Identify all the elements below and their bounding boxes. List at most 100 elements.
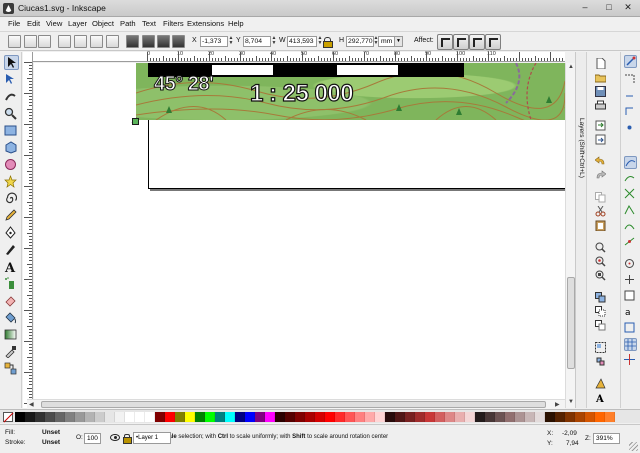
palette-swatch[interactable] [555, 412, 565, 422]
zoom-drawing-icon[interactable] [595, 256, 606, 267]
palette-swatch[interactable] [365, 412, 375, 422]
x-field[interactable]: -1,373 [200, 36, 228, 47]
scale-handle-icon[interactable] [131, 117, 139, 125]
snap-page-border-icon[interactable] [624, 290, 637, 303]
palette-swatch[interactable] [515, 412, 525, 422]
palette-swatch[interactable] [455, 412, 465, 422]
palette-swatch[interactable] [75, 412, 85, 422]
palette-swatch[interactable] [415, 412, 425, 422]
horizontal-scroll-thumb[interactable] [41, 401, 546, 408]
palette-swatch[interactable] [445, 412, 455, 422]
snap-enable-icon[interactable] [624, 55, 637, 68]
open-folder-icon[interactable] [594, 72, 607, 83]
snap-bbox-corners-icon[interactable] [624, 106, 637, 119]
palette-swatch[interactable] [435, 412, 445, 422]
zoom-tool-icon[interactable] [4, 107, 19, 122]
group-icon[interactable] [595, 342, 606, 353]
palette-swatch[interactable] [265, 412, 275, 422]
y-field[interactable]: 8,704 [243, 36, 271, 47]
spiral-tool-icon[interactable] [4, 192, 19, 207]
redo-icon[interactable] [595, 170, 607, 181]
palette-swatch[interactable] [235, 412, 245, 422]
palette-swatch[interactable] [495, 412, 505, 422]
palette-swatch[interactable] [225, 412, 235, 422]
w-field[interactable]: 413,593 [287, 36, 317, 47]
palette-swatch[interactable] [585, 412, 595, 422]
menu-path[interactable]: Path [120, 19, 136, 28]
menu-help[interactable]: Help [228, 19, 244, 28]
snap-cusp-nodes-icon[interactable] [624, 204, 637, 217]
pencil-tool-icon[interactable] [4, 209, 19, 224]
palette-swatch[interactable] [395, 412, 405, 422]
palette-swatch[interactable] [165, 412, 175, 422]
palette-swatch[interactable] [485, 412, 495, 422]
palette-swatch[interactable] [25, 412, 35, 422]
palette-swatch[interactable] [85, 412, 95, 422]
rotate-cw-icon[interactable] [74, 35, 87, 48]
transform-gradients-toggle[interactable] [469, 34, 485, 50]
duplicate-icon[interactable] [595, 292, 606, 303]
palette-swatch[interactable] [525, 412, 535, 422]
ungroup-icon[interactable] [595, 356, 606, 367]
palette-swatch[interactable] [255, 412, 265, 422]
menu-extensions[interactable]: Extensions [187, 19, 224, 28]
unit-select[interactable]: mm ▼ [378, 36, 403, 47]
deselect-icon[interactable] [38, 35, 51, 48]
palette-swatch[interactable] [145, 412, 155, 422]
palette-swatch[interactable] [575, 412, 585, 422]
lower-to-bottom-icon[interactable] [172, 35, 185, 48]
star-tool-icon[interactable] [4, 175, 19, 190]
snap-centers-icon[interactable] [624, 258, 637, 271]
copy-icon[interactable] [595, 192, 606, 203]
select-all-layers-icon[interactable] [24, 35, 37, 48]
menu-file[interactable]: File [8, 19, 20, 28]
opacity-field[interactable]: 100 [84, 433, 101, 444]
palette-swatch[interactable] [565, 412, 575, 422]
calligraphy-tool-icon[interactable] [4, 243, 19, 258]
snap-bbox-icon[interactable] [624, 74, 637, 87]
x-spinner[interactable]: ▲ ▼ [228, 36, 234, 47]
snap-midpoints-icon[interactable] [624, 236, 637, 249]
snap-guide-icon[interactable] [624, 354, 637, 367]
layer-lock-icon[interactable] [123, 434, 132, 444]
tweak-tool-icon[interactable] [4, 90, 19, 105]
paste-icon[interactable] [595, 220, 606, 232]
cut-icon[interactable] [595, 205, 606, 217]
palette-swatch[interactable] [345, 412, 355, 422]
flip-vertical-icon[interactable] [106, 35, 119, 48]
vertical-scroll-thumb[interactable] [567, 277, 575, 369]
palette-swatch[interactable] [505, 412, 515, 422]
palette-swatch[interactable] [425, 412, 435, 422]
palette-swatch[interactable] [185, 412, 195, 422]
palette-swatch[interactable] [65, 412, 75, 422]
rectangle-tool-icon[interactable] [4, 124, 19, 139]
palette-swatch[interactable] [45, 412, 55, 422]
scroll-down-icon[interactable]: ▼ [568, 399, 574, 405]
transform-patterns-toggle[interactable] [485, 34, 501, 50]
menu-edit[interactable]: Edit [27, 19, 40, 28]
layer-visibility-eye-icon[interactable] [110, 434, 120, 441]
fill-stroke-icon[interactable] [595, 378, 606, 389]
palette-swatch[interactable] [275, 412, 285, 422]
scale-stroke-toggle[interactable] [437, 34, 453, 50]
text-tool-icon[interactable]: A [4, 260, 19, 276]
drawing-canvas[interactable]: 45° 28' 1 : 25 000 [34, 63, 565, 408]
eraser-tool-icon[interactable] [4, 294, 19, 309]
scroll-up-icon[interactable]: ▲ [568, 64, 574, 70]
horizontal-scrollbar[interactable]: ◀ ▶ [27, 399, 565, 409]
no-paint-swatch[interactable] [3, 412, 13, 422]
y-spinner[interactable]: ▲ ▼ [271, 36, 277, 47]
palette-swatch[interactable] [295, 412, 305, 422]
palette-swatch[interactable] [335, 412, 345, 422]
palette-swatch[interactable] [325, 412, 335, 422]
select-all-icon[interactable] [8, 35, 21, 48]
3d-box-tool-icon[interactable] [4, 141, 19, 156]
snap-page-icon[interactable] [624, 322, 637, 335]
palette-swatch[interactable] [95, 412, 105, 422]
clone-icon[interactable] [595, 306, 606, 317]
lower-icon[interactable] [157, 35, 170, 48]
scroll-left-icon[interactable]: ◀ [29, 401, 34, 408]
zoom-page-icon[interactable] [595, 270, 606, 281]
palette-swatch[interactable] [125, 412, 135, 422]
print-icon[interactable] [595, 100, 606, 111]
